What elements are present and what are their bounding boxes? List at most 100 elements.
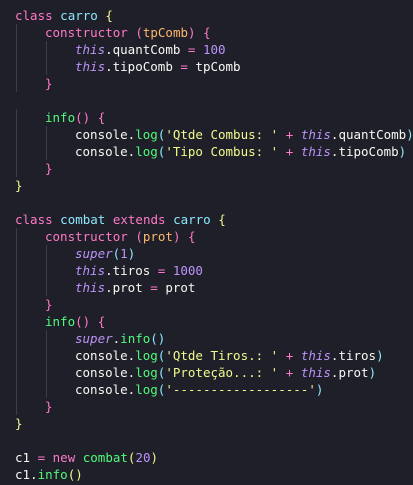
code-token: .quantComb bbox=[330, 127, 407, 142]
code-token: this bbox=[75, 263, 106, 278]
code-token: 100 bbox=[202, 42, 226, 57]
indent-guide bbox=[46, 262, 47, 279]
indent-guide bbox=[46, 143, 47, 160]
code-line[interactable]: } bbox=[15, 398, 413, 415]
code-line-content: constructor (tpComb) { bbox=[45, 24, 211, 41]
indent-guide bbox=[16, 364, 17, 381]
indent-guide bbox=[16, 109, 17, 126]
code-line-content: info() { bbox=[45, 313, 105, 330]
code-token: extends bbox=[112, 212, 166, 227]
code-token: () bbox=[150, 331, 166, 346]
code-token: info bbox=[120, 331, 151, 346]
indent-guide bbox=[46, 347, 47, 364]
code-line[interactable]: console.log('Tipo Combus: ' + this.tipoC… bbox=[15, 143, 413, 160]
code-token: .quantComb bbox=[105, 42, 188, 57]
indent-guide bbox=[46, 245, 47, 262]
code-line-content: } bbox=[45, 160, 53, 177]
code-line[interactable]: c1 = new combat(20) bbox=[15, 449, 413, 466]
indent-guide bbox=[16, 262, 17, 279]
indent-guide bbox=[46, 41, 47, 58]
code-token: this bbox=[75, 42, 106, 57]
indent-guide bbox=[16, 24, 17, 41]
code-line-content: c1.info() bbox=[15, 466, 83, 483]
code-line[interactable]: console.log('------------------') bbox=[15, 381, 413, 398]
code-token: combat bbox=[60, 212, 106, 227]
code-token: { bbox=[188, 229, 196, 244]
code-token: { bbox=[105, 8, 113, 23]
code-line[interactable]: super.info() bbox=[15, 330, 413, 347]
code-line[interactable]: console.log('Qtde Combus: ' + this.quant… bbox=[15, 126, 413, 143]
code-token: info bbox=[45, 110, 76, 125]
indent-guide bbox=[16, 41, 17, 58]
code-line[interactable]: constructor (tpComb) { bbox=[15, 24, 413, 41]
code-line-content: console.log('Qtde Combus: ' + this.quant… bbox=[75, 126, 413, 143]
code-line[interactable] bbox=[15, 92, 413, 109]
code-token: this bbox=[300, 127, 331, 142]
code-line-content: } bbox=[45, 75, 53, 92]
code-token: '------------------' bbox=[165, 382, 316, 397]
code-line-content: class combat extends carro { bbox=[15, 211, 226, 228]
code-line[interactable]: this.quantComb = 100 bbox=[15, 41, 413, 58]
code-line[interactable]: constructor (prot) { bbox=[15, 228, 413, 245]
code-token: carro bbox=[60, 8, 98, 23]
indent-guide bbox=[16, 126, 17, 143]
code-token: ) bbox=[376, 348, 384, 363]
code-line[interactable]: this.prot = prot bbox=[15, 279, 413, 296]
code-line[interactable]: class combat extends carro { bbox=[15, 211, 413, 228]
code-area[interactable]: class carro {constructor (tpComb) {this.… bbox=[15, 7, 413, 483]
code-token: () bbox=[75, 110, 91, 125]
code-token: log bbox=[135, 382, 158, 397]
code-line-content: class carro { bbox=[15, 7, 113, 24]
code-token: carro bbox=[173, 212, 211, 227]
indent-guide bbox=[16, 347, 17, 364]
code-line[interactable]: class carro { bbox=[15, 7, 413, 24]
code-line[interactable] bbox=[15, 194, 413, 211]
code-line[interactable]: this.tipoComb = tpComb bbox=[15, 58, 413, 75]
code-line[interactable]: info() { bbox=[15, 109, 413, 126]
code-line[interactable] bbox=[15, 432, 413, 449]
code-token: ( bbox=[135, 229, 143, 244]
code-token: ) bbox=[172, 229, 181, 244]
code-line[interactable]: info() { bbox=[15, 313, 413, 330]
code-line[interactable]: } bbox=[15, 177, 413, 194]
indent-guide bbox=[16, 313, 17, 330]
indent-guide bbox=[46, 126, 47, 143]
code-line[interactable]: } bbox=[15, 296, 413, 313]
code-token: constructor bbox=[45, 25, 128, 40]
code-token: this bbox=[300, 348, 331, 363]
code-line-content: console.log('Qtde Tiros.: ' + this.tiros… bbox=[75, 347, 384, 364]
code-token: { bbox=[203, 25, 211, 40]
code-token: .tipoComb bbox=[330, 144, 399, 159]
code-token: this bbox=[75, 280, 106, 295]
code-line[interactable]: console.log('Qtde Tiros.: ' + this.tiros… bbox=[15, 347, 413, 364]
code-token: 'Proteção...: ' bbox=[165, 365, 279, 380]
indent-guide bbox=[16, 381, 17, 398]
code-line[interactable]: } bbox=[15, 75, 413, 92]
code-line[interactable]: } bbox=[15, 415, 413, 432]
indent-guide bbox=[16, 296, 17, 313]
code-line-content: this.tipoComb = tpComb bbox=[75, 58, 241, 75]
code-line[interactable]: super(1) bbox=[15, 245, 413, 262]
code-token: ) bbox=[150, 450, 159, 465]
code-token: log bbox=[135, 144, 158, 159]
code-token: ( bbox=[135, 25, 143, 40]
code-token: tpComb bbox=[187, 59, 241, 74]
code-line[interactable]: this.tiros = 1000 bbox=[15, 262, 413, 279]
code-line[interactable]: c1.info() bbox=[15, 466, 413, 483]
code-line[interactable]: } bbox=[15, 160, 413, 177]
code-token: constructor bbox=[45, 229, 128, 244]
code-editor[interactable]: class carro {constructor (tpComb) {this.… bbox=[0, 0, 413, 485]
code-token: 'Qtde Tiros.: ' bbox=[165, 348, 279, 363]
code-token: () bbox=[75, 314, 91, 329]
code-line[interactable]: console.log('Proteção...: ' + this.prot) bbox=[15, 364, 413, 381]
code-token: ) bbox=[188, 25, 196, 40]
code-token: new bbox=[52, 450, 76, 465]
code-line-content: } bbox=[45, 398, 53, 415]
code-token: ) bbox=[368, 365, 377, 380]
indent-guide bbox=[46, 330, 47, 347]
code-token: 1000 bbox=[172, 263, 203, 278]
